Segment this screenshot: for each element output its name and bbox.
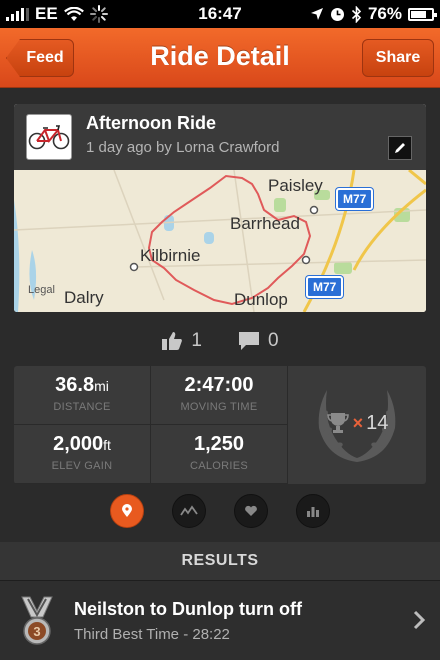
alarm-clock-icon — [330, 7, 344, 21]
battery-percent: 76% — [367, 4, 402, 23]
comment-icon — [239, 332, 259, 350]
pencil-icon — [395, 143, 405, 153]
stats-panel: 36.8mi DISTANCE 2:47:00 MOVING TIME 2,00… — [14, 366, 426, 484]
bluetooth-icon — [351, 5, 362, 23]
road-shield-m77-north: M77 — [336, 188, 374, 210]
status-bar: EE 16:47 76% — [0, 0, 440, 28]
detail-tabs — [0, 494, 440, 534]
bicycle-icon — [28, 125, 70, 150]
activity-subtitle: 1 day ago by Lorna Crawford — [86, 139, 280, 156]
tab-heart-rate[interactable] — [234, 494, 268, 528]
achievements-count: 14 — [366, 411, 389, 434]
battery-icon — [408, 7, 437, 21]
kudos-button[interactable]: 1 — [161, 330, 202, 352]
bar-chart-icon — [307, 507, 319, 517]
calories-label: CALORIES — [189, 460, 249, 472]
map-legal-link[interactable]: Legal — [28, 284, 55, 296]
elev-gain-label: ELEV GAIN — [51, 460, 113, 472]
thumbs-up-icon — [162, 332, 183, 350]
activity-title: Afternoon Ride — [86, 113, 216, 133]
results-header: RESULTS — [0, 542, 440, 580]
stat-calories: 1,250 CALORIES — [151, 425, 288, 484]
comments-count: 0 — [268, 330, 279, 351]
trophy-icon — [326, 413, 349, 433]
stat-distance: 36.8mi DISTANCE — [14, 366, 151, 425]
achievements-multiplier: × — [352, 412, 364, 433]
nav-bar: Feed Ride Detail Share — [0, 28, 440, 88]
share-button[interactable]: Share — [362, 39, 434, 77]
moving-time-value: 2:47:00 — [184, 374, 254, 396]
tab-map[interactable] — [110, 494, 144, 528]
segment-subtitle: Third Best Time - 28:22 — [74, 626, 230, 643]
segment-title: Neilston to Dunlop turn off — [74, 599, 302, 619]
tab-analysis[interactable] — [296, 494, 330, 528]
achievements-badge[interactable]: × 14 — [288, 366, 426, 484]
bronze-medal-icon: 3 — [21, 596, 53, 645]
distance-value: 36.8 — [55, 374, 95, 396]
edit-activity-button[interactable] — [388, 136, 412, 160]
map-label-dunlop: Dunlop — [234, 290, 288, 309]
comments-button[interactable]: 0 — [238, 330, 279, 352]
bike-thumbnail — [26, 114, 72, 160]
location-arrow-icon — [310, 8, 323, 20]
tab-elevation[interactable] — [172, 494, 206, 528]
elev-gain-unit: ft — [103, 437, 111, 453]
battery-fill — [411, 10, 426, 18]
map-pin-icon — [122, 504, 132, 517]
elevation-icon — [180, 505, 198, 516]
distance-label: DISTANCE — [53, 401, 111, 413]
chevron-right-icon — [413, 610, 426, 630]
map-label-kilbirnie: Kilbirnie — [140, 246, 201, 265]
kudos-count: 1 — [191, 330, 202, 351]
moving-time-label: MOVING TIME — [180, 401, 258, 413]
route-map[interactable]: Paisley Barrhead Kilbirnie Dunlop Dalry … — [14, 170, 426, 312]
map-label-barrhead: Barrhead — [230, 214, 300, 233]
map-label-paisley: Paisley — [268, 176, 323, 195]
social-bar: 1 0 — [0, 320, 440, 362]
activity-header: Afternoon Ride 1 day ago by Lorna Crawfo… — [14, 104, 426, 170]
segment-result-row[interactable]: 3 Neilston to Dunlop turn off Third Best… — [0, 580, 440, 660]
distance-unit: mi — [94, 378, 109, 394]
map-label-dalry: Dalry — [64, 288, 104, 307]
stat-moving-time: 2:47:00 MOVING TIME — [151, 366, 288, 425]
stat-elev-gain: 2,000ft ELEV GAIN — [14, 425, 151, 484]
activity-card: Afternoon Ride 1 day ago by Lorna Crawfo… — [14, 104, 426, 312]
heart-icon — [245, 505, 257, 516]
elev-gain-value: 2,000 — [53, 433, 104, 455]
road-shield-m77-south: M77 — [306, 276, 344, 298]
calories-value: 1,250 — [193, 433, 245, 455]
medal-rank: 3 — [33, 624, 40, 639]
